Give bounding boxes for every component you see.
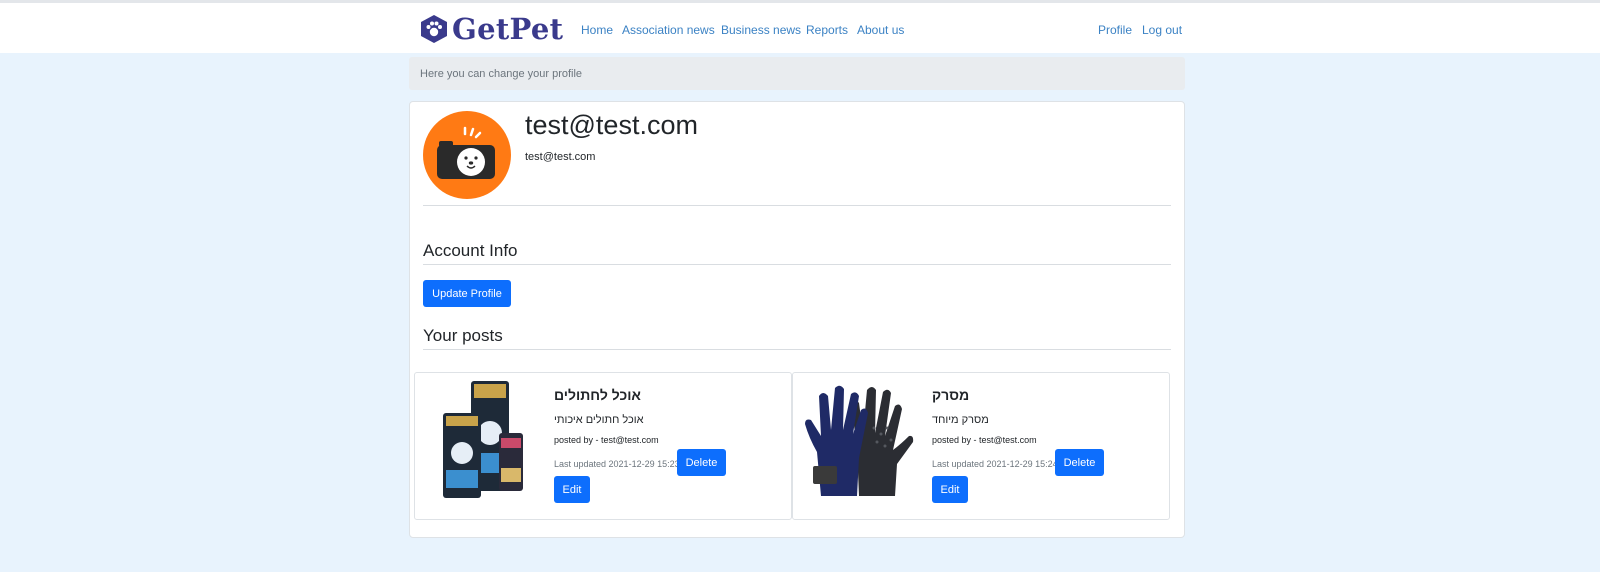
- edit-button[interactable]: Edit: [554, 476, 590, 503]
- post-description: מסרק מיוחד: [932, 414, 989, 426]
- divider: [423, 349, 1171, 350]
- edit-button[interactable]: Edit: [932, 476, 968, 503]
- nav-profile[interactable]: Profile: [1098, 23, 1132, 37]
- nav-home[interactable]: Home: [581, 23, 613, 37]
- post-card: מסרק מסרק מיוחד posted by - test@test.co…: [792, 372, 1170, 520]
- paw-logo-icon: [421, 15, 447, 43]
- post-description: אוכל חתולים איכותי: [554, 414, 644, 426]
- post-last-updated: Last updated 2021-12-29 15:23: [554, 459, 680, 469]
- delete-button[interactable]: Delete: [677, 449, 726, 476]
- breadcrumb: Here you can change your profile: [409, 57, 1185, 90]
- post-title: מסרק: [932, 387, 970, 403]
- profile-card: test@test.com test@test.com Account Info…: [409, 101, 1185, 538]
- delete-button[interactable]: Delete: [1055, 449, 1104, 476]
- navbar: GetPet Home Association news Business ne…: [0, 3, 1600, 53]
- account-info-heading: Account Info: [423, 241, 518, 260]
- post-last-updated: Last updated 2021-12-29 15:24: [932, 459, 1058, 469]
- nav-reports[interactable]: Reports: [806, 23, 848, 37]
- post-author: posted by - test@test.com: [932, 435, 1037, 445]
- nav-logout[interactable]: Log out: [1142, 23, 1182, 37]
- grooming-gloves-image: [799, 378, 923, 502]
- post-author: posted by - test@test.com: [554, 435, 659, 445]
- brand[interactable]: GetPet: [419, 12, 563, 46]
- nav-about-us[interactable]: About us: [857, 23, 904, 37]
- camera-dog-icon: [423, 111, 511, 199]
- divider: [423, 205, 1171, 206]
- cat-food-bags-image: [421, 378, 545, 502]
- nav-association-news[interactable]: Association news: [622, 23, 715, 37]
- brand-name: GetPet: [452, 12, 564, 46]
- your-posts-heading: Your posts: [423, 326, 503, 345]
- post-title: אוכל לחתולים: [554, 387, 641, 403]
- profile-name: test@test.com: [525, 110, 698, 140]
- nav-business-news[interactable]: Business news: [721, 23, 801, 37]
- breadcrumb-text: Here you can change your profile: [420, 68, 583, 80]
- post-card: אוכל לחתולים אוכל חתולים איכותי posted b…: [414, 372, 792, 520]
- profile-email: test@test.com: [525, 151, 596, 163]
- divider: [423, 264, 1171, 265]
- update-profile-button[interactable]: Update Profile: [423, 280, 511, 307]
